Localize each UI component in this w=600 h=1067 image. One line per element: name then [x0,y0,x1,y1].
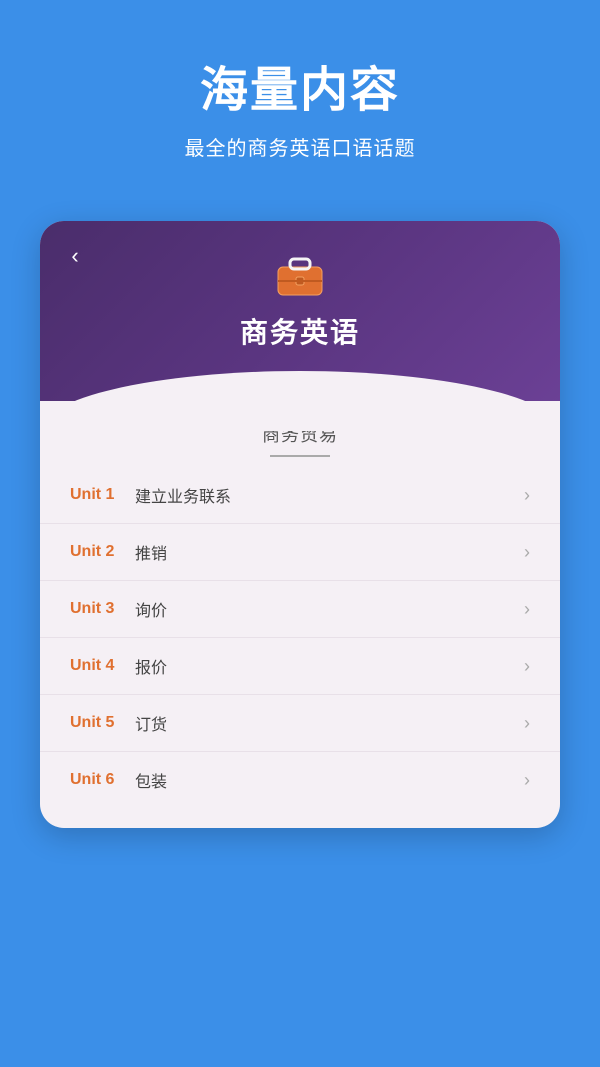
unit-arrow-icon: › [524,599,530,620]
unit-text: 建立业务联系 [135,483,514,507]
unit-arrow-icon: › [524,656,530,677]
unit-item[interactable]: Unit 5 订货 › [40,695,560,752]
briefcase-icon [60,251,540,299]
unit-text: 订货 [135,711,514,735]
unit-label: Unit 3 [70,600,135,618]
unit-arrow-icon: › [524,485,530,506]
unit-text: 报价 [135,654,514,678]
unit-label: Unit 1 [70,486,135,504]
unit-label: Unit 5 [70,714,135,732]
card-header: ‹ 商务英语 [40,221,560,401]
unit-item[interactable]: Unit 6 包装 › [40,752,560,808]
back-button[interactable]: ‹ [60,241,90,271]
main-title: 海量内容 [20,50,580,120]
unit-list: Unit 1 建立业务联系 › Unit 2 推销 › Unit 3 询价 › … [40,467,560,808]
unit-item[interactable]: Unit 3 询价 › [40,581,560,638]
unit-arrow-icon: › [524,713,530,734]
unit-item[interactable]: Unit 2 推销 › [40,524,560,581]
top-section: 海量内容 最全的商务英语口语话题 [0,0,600,191]
card-title: 商务英语 [60,311,540,351]
unit-arrow-icon: › [524,770,530,791]
unit-arrow-icon: › [524,542,530,563]
unit-text: 询价 [135,597,514,621]
unit-label: Unit 4 [70,657,135,675]
subtitle: 最全的商务英语口语话题 [20,132,580,161]
unit-label: Unit 6 [70,771,135,789]
card-body: 商务贸易 Unit 1 建立业务联系 › Unit 2 推销 › Unit 3 … [40,401,560,828]
content-card: ‹ 商务英语 商务贸易 Unit 1 建立业务联系 › Unit 2 推销 [40,221,560,828]
unit-item[interactable]: Unit 4 报价 › [40,638,560,695]
unit-item[interactable]: Unit 1 建立业务联系 › [40,467,560,524]
unit-text: 推销 [135,540,514,564]
unit-label: Unit 2 [70,543,135,561]
unit-text: 包装 [135,768,514,792]
section-divider [270,455,330,457]
